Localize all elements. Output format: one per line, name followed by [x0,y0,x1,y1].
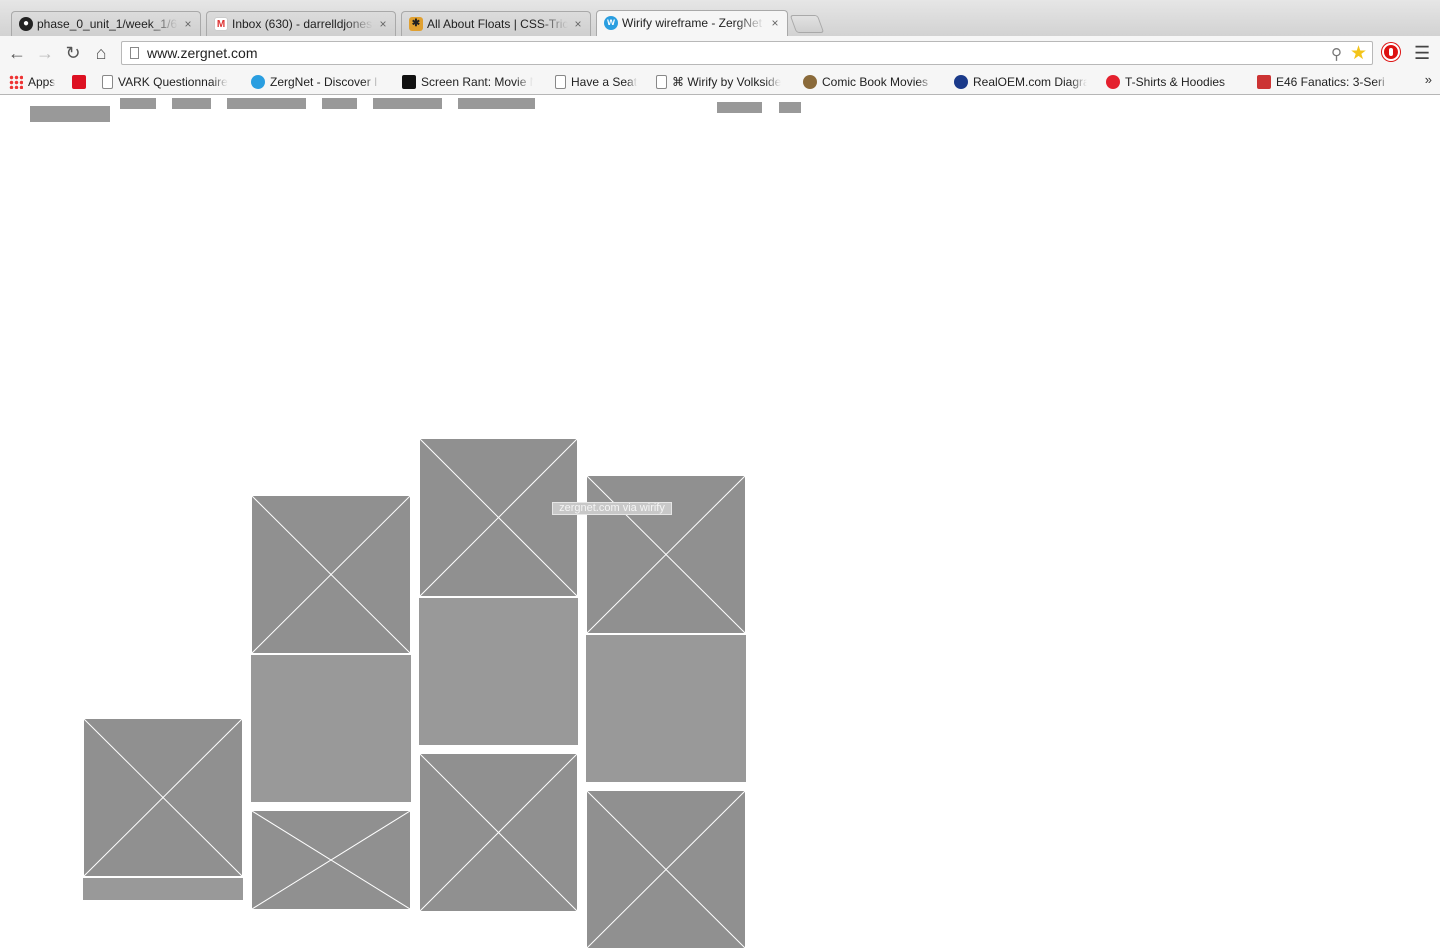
wirify-icon: w [604,16,618,30]
image-placeholder[interactable] [586,790,746,949]
red-logo-icon [72,75,86,89]
nav-item-placeholder[interactable] [373,98,442,109]
nav-item-placeholder[interactable] [322,98,357,109]
bookmark-apps[interactable]: Apps [9,73,55,91]
caption-placeholder[interactable] [586,635,746,782]
logo-placeholder[interactable] [30,106,110,122]
gmail-icon: M [214,17,228,31]
close-icon[interactable]: × [769,11,781,35]
image-placeholder[interactable] [419,753,578,912]
nav-item-placeholder[interactable] [120,98,156,109]
caption-placeholder[interactable] [251,655,411,802]
close-icon[interactable]: × [377,12,389,36]
tab-gmail[interactable]: M Inbox (630) - darrelldjones × [206,11,396,36]
bookmark-realoem[interactable]: RealOEM.com Diagra [954,73,1090,91]
url-text: www.zergnet.com [147,45,258,61]
bookmark-wirify[interactable]: ⌘ Wirify by Volkside [656,73,781,91]
new-tab-button[interactable] [789,15,825,33]
back-arrow-icon[interactable]: ← [6,42,28,64]
toolbar: ← → ↻ ⌂ www.zergnet.com ⚲ ★ ☰ [0,36,1440,70]
page-icon [102,75,113,89]
nav-item-placeholder[interactable] [172,98,211,109]
menu-icon[interactable]: ☰ [1414,43,1430,63]
close-icon[interactable]: × [572,12,584,36]
bookmark-red-logo[interactable] [72,73,91,91]
tab-title: Inbox (630) - darrelldjones [232,17,373,31]
page-icon [130,47,139,59]
bookmarks-bar: Apps VARK Questionnaire ZergNet - Discov… [0,70,1440,95]
nav-item-placeholder[interactable] [458,98,535,109]
tab-wirify[interactable]: w Wirify wireframe - ZergNet × [596,10,788,36]
page-icon [656,75,667,89]
tab-github[interactable]: ● phase_0_unit_1/week_1/6 × [11,11,201,36]
nav-item-placeholder[interactable] [717,102,762,113]
screenrant-icon [402,75,416,89]
zergnet-icon [251,75,265,89]
bookmark-comic-book-movies[interactable]: Comic Book Movies [803,73,937,91]
bookmark-star-icon[interactable]: ★ [1350,42,1367,65]
caption-placeholder[interactable] [83,878,243,900]
bmw-icon [954,75,968,89]
tab-css-tricks[interactable]: ✱ All About Floats | CSS-Tricks × [401,11,591,36]
wirify-watermark: zergnet.com via wirify [552,502,672,515]
e46-icon [1257,75,1271,89]
caption-placeholder[interactable] [419,598,578,745]
image-placeholder[interactable] [251,495,411,654]
redbubble-icon [1106,75,1120,89]
image-placeholder[interactable] [419,438,578,597]
page-icon [555,75,566,89]
close-icon[interactable]: × [182,12,194,36]
more-bookmarks-icon[interactable]: » [1425,72,1432,87]
bookmark-e46-fanatics[interactable]: E46 Fanatics: 3-Seri [1257,73,1397,91]
extension-icon[interactable] [1382,43,1400,61]
reload-icon[interactable]: ↻ [62,42,84,64]
bookmark-have-a-seat[interactable]: Have a Seat [555,73,637,91]
apps-grid-icon [9,75,23,89]
tab-title: phase_0_unit_1/week_1/6 [37,17,178,31]
comicbook-icon [803,75,817,89]
bookmark-screenrant[interactable]: Screen Rant: Movie N [402,73,540,91]
tab-title: Wirify wireframe - ZergNet [622,16,763,30]
github-icon: ● [19,17,33,31]
image-placeholder[interactable] [251,810,411,910]
tab-title: All About Floats | CSS-Tricks [427,17,568,31]
wireframe-page: zergnet.com via wirify [0,95,1440,949]
image-placeholder[interactable] [83,718,243,877]
image-placeholder[interactable] [586,475,746,634]
bookmark-zergnet[interactable]: ZergNet - Discover I [251,73,387,91]
bookmark-redbubble[interactable]: T-Shirts & Hoodies [1106,73,1242,91]
search-icon[interactable]: ⚲ [1331,45,1342,63]
css-tricks-icon: ✱ [409,17,423,31]
bookmark-vark[interactable]: VARK Questionnaire [102,73,236,91]
tab-strip: ● phase_0_unit_1/week_1/6 × M Inbox (630… [0,0,1440,36]
nav-item-placeholder[interactable] [227,98,306,109]
nav-item-placeholder[interactable] [779,102,801,113]
forward-arrow-icon[interactable]: → [34,42,56,64]
home-icon[interactable]: ⌂ [90,42,112,64]
address-bar[interactable]: www.zergnet.com ⚲ ★ [121,41,1373,65]
